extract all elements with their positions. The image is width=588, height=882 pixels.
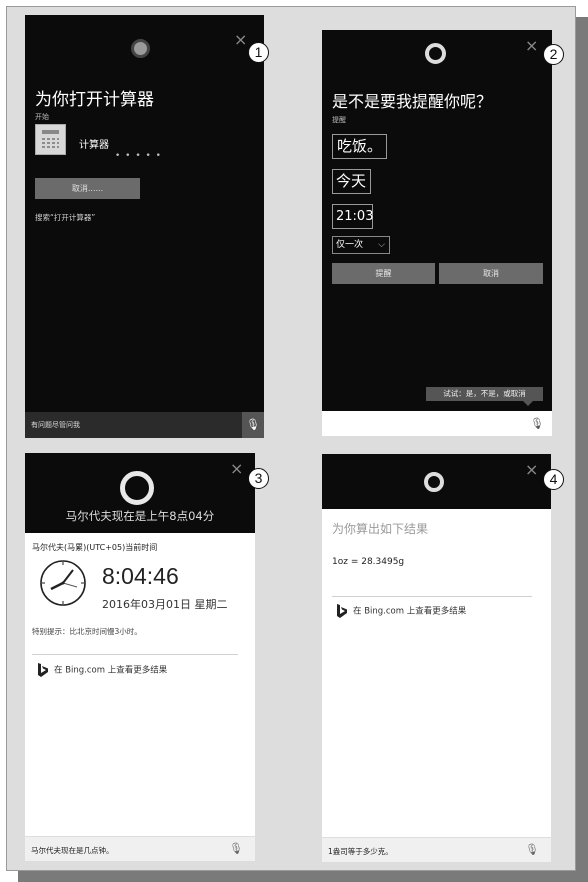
chevron-down-icon: ⌵ — [378, 240, 385, 250]
bing-more-results-link[interactable]: 在 Bing.com 上查看更多结果 — [336, 604, 466, 618]
location-line: 马尔代夫(马累)(UTC+05)当前时间 — [32, 543, 158, 552]
microphone-icon[interactable]: 🎙 — [530, 417, 544, 430]
remind-button[interactable]: 提醒 — [332, 263, 435, 284]
section-label: 开始 — [35, 113, 49, 121]
bing-logo-icon — [337, 604, 347, 618]
cortana-panel-world-time: × 马尔代夫现在是上午8点04分 马尔代夫(马累)(UTC+05)当前时间 8:… — [25, 453, 255, 861]
conversion-result: 1oz = 28.3495g — [332, 557, 405, 567]
bing-logo-icon — [38, 663, 48, 677]
microphone-icon[interactable]: 🎙 — [525, 843, 539, 856]
step-badge-3: 3 — [248, 468, 269, 489]
bing-link-label: 在 Bing.com 上查看更多结果 — [54, 665, 168, 676]
panel-title: 为你算出如下结果 — [332, 522, 429, 536]
hint-tooltip: 试试：是，不是，或取消 — [426, 387, 543, 401]
repeat-dropdown-value: 仅一次 — [336, 240, 364, 250]
section-label: 提醒 — [332, 116, 346, 124]
reminder-time-field[interactable]: 21:03 — [332, 204, 373, 229]
divider — [32, 654, 238, 655]
divider — [332, 596, 532, 597]
loading-indicator: • • • • • — [115, 151, 162, 161]
close-icon[interactable]: × — [234, 32, 247, 48]
microphone-icon[interactable]: 🎙 — [229, 842, 243, 855]
cortana-icon — [131, 39, 150, 58]
current-time: 8:04:46 — [102, 563, 179, 589]
query-bar[interactable]: 马尔代夫现在是几点钟。 🎙 — [25, 836, 255, 861]
analog-clock-icon — [40, 560, 86, 606]
query-text[interactable]: 马尔代夫现在是几点钟。 — [31, 845, 114, 856]
microphone-icon[interactable]: 🎙 — [242, 412, 264, 438]
cortana-icon — [425, 43, 446, 64]
reminder-text-field[interactable]: 吃饭。 — [332, 134, 387, 159]
close-icon[interactable]: × — [230, 461, 243, 477]
cortana-panel-reminder: × 是不是要我提醒你呢？ 提醒 吃饭。 今天 21:03 仅一次 ⌵ 提醒 取消… — [322, 30, 552, 436]
header-answer: 马尔代夫现在是上午8点04分 — [65, 509, 215, 523]
step-badge-2: 2 — [543, 44, 564, 65]
hint-tooltip-tail — [523, 401, 533, 406]
time-difference-note: 特别提示：比北京时间慢3小时。 — [32, 627, 142, 636]
calculator-app-icon[interactable] — [35, 124, 66, 155]
bing-link-label: 在 Bing.com 上查看更多结果 — [353, 606, 467, 617]
close-icon[interactable]: × — [525, 38, 538, 54]
current-date: 2016年03月01日 星期二 — [102, 598, 228, 611]
cortana-panel-open-calculator: × 为你打开计算器 开始 计算器 • • • • • 取消...... 搜索“打… — [25, 15, 264, 438]
query-bar[interactable]: 1盎司等于多少克。 🎙 — [322, 837, 551, 862]
step-badge-4: 4 — [543, 469, 564, 490]
ask-input-placeholder[interactable]: 有问题尽管问我 — [31, 420, 80, 430]
search-web-link[interactable]: 搜索“打开计算器” — [35, 212, 95, 223]
app-name[interactable]: 计算器 — [79, 136, 109, 151]
cortana-icon — [424, 472, 444, 492]
cortana-panel-unit-conversion: × 为你算出如下结果 1oz = 28.3495g 在 Bing.com 上查看… — [322, 454, 551, 862]
cancel-button[interactable]: 取消 — [439, 263, 543, 284]
query-text[interactable]: 1盎司等于多少克。 — [328, 846, 393, 857]
bing-more-results-link[interactable]: 在 Bing.com 上查看更多结果 — [37, 663, 167, 677]
reminder-day-field[interactable]: 今天 — [332, 169, 371, 194]
panel-header: × 马尔代夫现在是上午8点04分 — [25, 453, 255, 533]
panel-header: × — [322, 454, 551, 509]
close-icon[interactable]: × — [525, 462, 538, 478]
panel-title: 是不是要我提醒你呢？ — [332, 92, 493, 111]
cancel-button[interactable]: 取消...... — [35, 178, 140, 199]
repeat-dropdown[interactable]: 仅一次 ⌵ — [332, 236, 390, 254]
panel-title: 为你打开计算器 — [35, 90, 154, 110]
ask-input-bar[interactable]: 有问题尽管问我 🎙 — [25, 412, 264, 438]
ask-input-bar[interactable]: 🎙 — [322, 411, 552, 436]
step-badge-1: 1 — [248, 42, 269, 63]
cortana-icon — [120, 471, 154, 505]
